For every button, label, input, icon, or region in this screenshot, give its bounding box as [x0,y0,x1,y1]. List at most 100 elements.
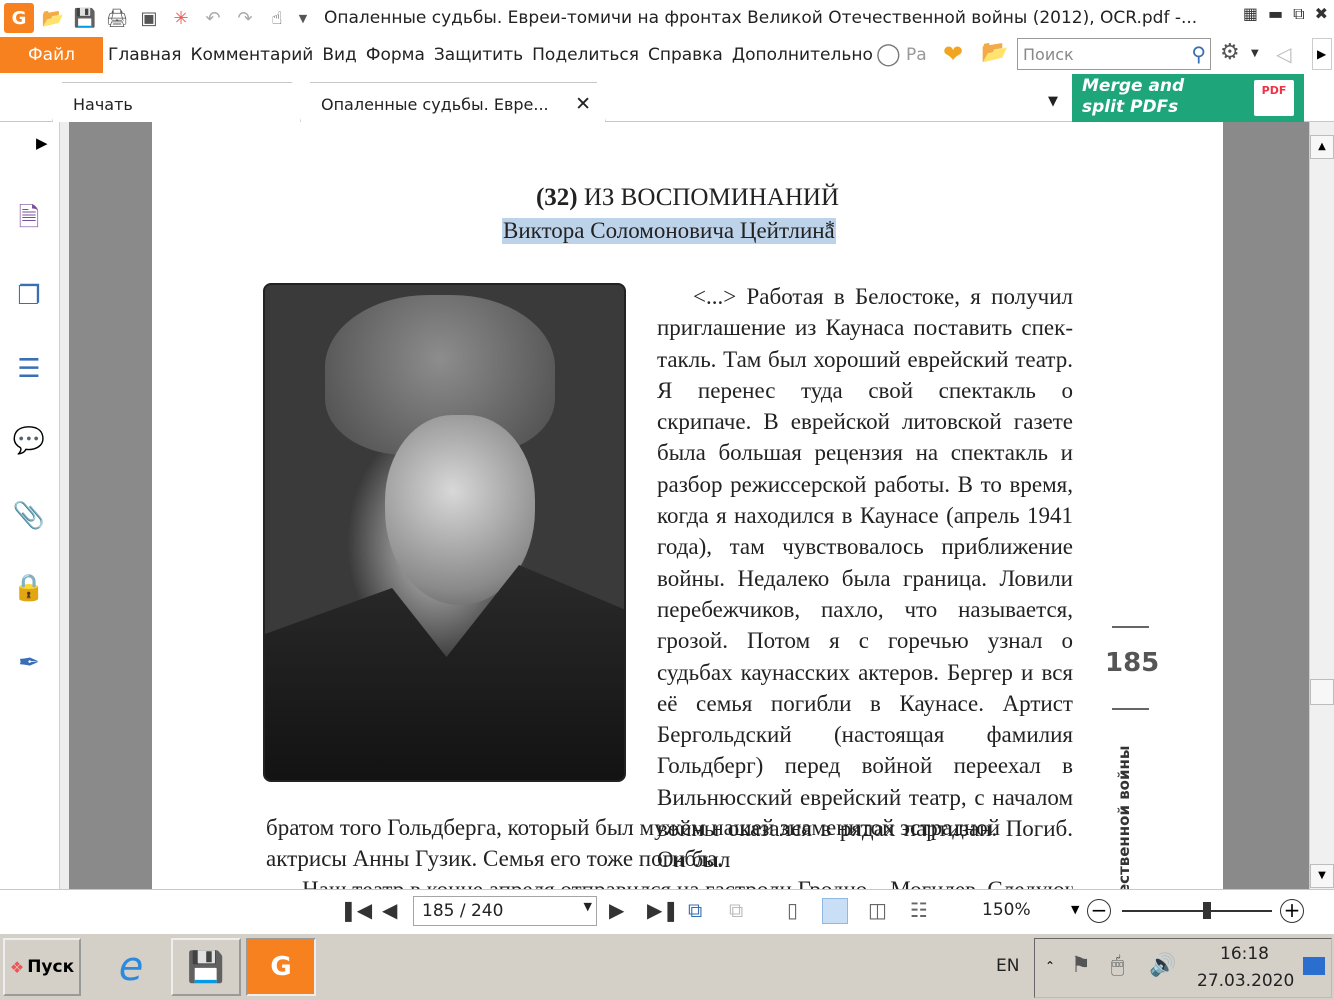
menu-share[interactable]: Поделиться [532,45,639,65]
ad-badge: PDF [1261,84,1287,97]
chapter-number: (32) [535,184,578,211]
page-number-value: 185 / 240 [422,901,504,921]
facing-view-icon[interactable]: ◫ [868,898,894,924]
show-desktop-icon[interactable] [1303,957,1325,975]
open-folder-icon[interactable]: 📂 [40,5,66,31]
tray-expand-icon[interactable]: ⌃ [1045,959,1055,973]
foxit-pdf-taskbar-icon[interactable]: G [246,938,316,996]
settings-gear-icon[interactable]: ⚙ [1220,40,1240,65]
zoom-in-icon[interactable]: + [1280,899,1304,923]
menu-file[interactable]: Файл [0,37,103,73]
menu-home[interactable]: Главная [108,45,181,65]
document-viewport: (32) ИЗ ВОСПОМИНАНИЙ Виктора Соломонович… [69,122,1309,889]
body-paragraph-continued: братом того Гольдберга, который был муже… [266,815,1001,872]
tab-document[interactable]: Опаленные судьбы. Евре... ✕ [300,82,606,122]
page-number-field[interactable]: 185 / 240 ▼ [413,896,597,926]
pdf-printer-icon: PDF [1254,80,1294,116]
zoom-dropdown-icon[interactable]: ▼ [1071,903,1079,916]
vertical-scrollbar[interactable]: ▲ ▼ [1309,122,1334,889]
scroll-down-icon[interactable]: ▼ [1310,864,1334,888]
tell-me-label[interactable]: Ра [906,45,927,65]
heart-icon[interactable]: ❤ [943,40,963,68]
layers-icon[interactable]: ☰ [10,350,48,388]
volume-icon[interactable]: 🔊 [1149,953,1176,978]
panel-resize-grip[interactable] [60,122,69,889]
ribbon-right-icon[interactable]: ▶ [1312,38,1332,70]
network-icon[interactable]: 🖱 [1111,953,1124,978]
customize-dropdown-icon[interactable]: ▼ [296,5,310,31]
previous-view-icon[interactable]: ⧉ [688,898,702,922]
menu-bar: Файл Главная Комментарий Вид Форма Защит… [0,36,1334,74]
chapter-title: ИЗ ВОСПОМИНАНИЙ [583,184,840,211]
app-logo-icon[interactable]: G [4,3,34,33]
minimize-icon[interactable]: ▬ [1268,4,1283,24]
next-view-icon[interactable]: ⧉ [729,898,743,922]
print-icon[interactable]: 🖨 [104,5,130,31]
windows-taskbar: ❖ Пуск e 💾 G EN ⌃ ⚑ 🖱 🔊 16:18 27.03.2020 [0,933,1334,1000]
screen-icon[interactable]: ▣ [136,5,162,31]
clock-date[interactable]: 27.03.2020 [1197,971,1294,991]
page-navigation-bar: ❚◀ ◀ 185 / 240 ▼ ▶ ▶❚ ⧉ ⧉ ▯ ◫ ☷ 150% ▼ −… [0,889,1334,933]
scroll-thumb[interactable] [1310,679,1334,705]
ribbon-left-icon[interactable]: ◁ [1276,42,1291,66]
title-bar: G 📂 💾 🖨 ▣ ✳ ↶ ↷ ☝ ▼ Опаленные судьбы. Ев… [0,0,1334,36]
zoom-slider[interactable] [1122,910,1272,912]
page-number: 185 [1105,648,1160,678]
signature-icon[interactable]: ✒ [10,644,48,682]
last-page-icon[interactable]: ▶❚ [647,898,679,922]
search-input[interactable]: Поиск ⚲ [1017,38,1211,70]
save-icon[interactable]: 💾 [72,5,98,31]
close-icon[interactable]: ✖ [1315,4,1328,24]
menu-protect[interactable]: Защитить [434,45,523,65]
continuous-facing-view-icon[interactable]: ☷ [910,898,936,924]
tab-list-dropdown-icon[interactable]: ▼ [1048,94,1058,109]
attachments-icon[interactable]: 📎 [10,497,48,535]
floppy-save-icon[interactable]: 💾 [171,938,241,996]
menu-extra[interactable]: Дополнительно [732,45,873,65]
zoom-out-icon[interactable]: − [1087,899,1111,923]
input-language[interactable]: EN [996,956,1019,976]
chapter-subheading: Виктора Соломоновича Цейтлина [502,218,836,244]
start-button[interactable]: ❖ Пуск [3,938,81,996]
panel-expand-icon[interactable]: ▶ [36,134,48,152]
previous-page-icon[interactable]: ◀ [382,898,397,922]
menu-help[interactable]: Справка [648,45,723,65]
hand-tool-icon[interactable]: ☝ [264,5,290,31]
tab-start-label: Начать [73,95,133,114]
redo-icon[interactable]: ↷ [232,5,258,31]
menu-form[interactable]: Форма [366,45,425,65]
flag-icon[interactable]: ⚑ [1071,953,1091,978]
window-controls: ▦ ▬ ⧉ ✖ [1243,4,1328,24]
next-page-icon[interactable]: ▶ [609,898,624,922]
continuous-view-icon[interactable] [822,898,848,924]
tab-close-icon[interactable]: ✕ [575,93,591,115]
merge-split-ad-banner[interactable]: Merge and split PDFs PDF [1072,74,1304,122]
security-lock-icon[interactable]: 🔒 [10,569,48,607]
scroll-up-icon[interactable]: ▲ [1310,135,1334,159]
zoom-slider-handle[interactable] [1203,902,1211,919]
first-page-icon[interactable]: ❚◀ [340,898,372,922]
restore-icon[interactable]: ⧉ [1293,4,1304,24]
thumbnails-icon[interactable]: ❐ [10,277,48,315]
portrait-photo [263,283,626,782]
body-paragraph-cut: Наш театр в конце апреля отправился на г… [302,874,1073,889]
single-page-view-icon[interactable]: ▯ [787,898,813,924]
comments-icon[interactable]: 💬 [10,422,48,460]
page-number-rule-bottom [1112,708,1149,710]
clock-time[interactable]: 16:18 [1220,944,1269,964]
new-icon[interactable]: ✳ [168,5,194,31]
undo-icon[interactable]: ↶ [200,5,226,31]
settings-dropdown-icon[interactable]: ▼ [1251,48,1259,59]
ribbon-toggle-icon[interactable]: ▦ [1243,4,1258,24]
page-dropdown-icon[interactable]: ▼ [584,900,592,913]
find-folder-icon[interactable]: 📂 [981,40,1008,65]
zoom-level[interactable]: 150% [982,900,1031,920]
pdf-page: (32) ИЗ ВОСПОМИНАНИЙ Виктора Соломонович… [152,122,1223,889]
search-icon[interactable]: ⚲ [1191,42,1206,66]
menu-comment[interactable]: Комментарий [190,45,313,65]
pages-icon[interactable]: 🗎 [10,202,48,240]
tab-start[interactable]: Начать [52,82,302,122]
menu-view[interactable]: Вид [322,45,356,65]
internet-explorer-icon[interactable]: e [96,938,166,996]
lightbulb-icon[interactable]: ◯ [876,42,901,67]
